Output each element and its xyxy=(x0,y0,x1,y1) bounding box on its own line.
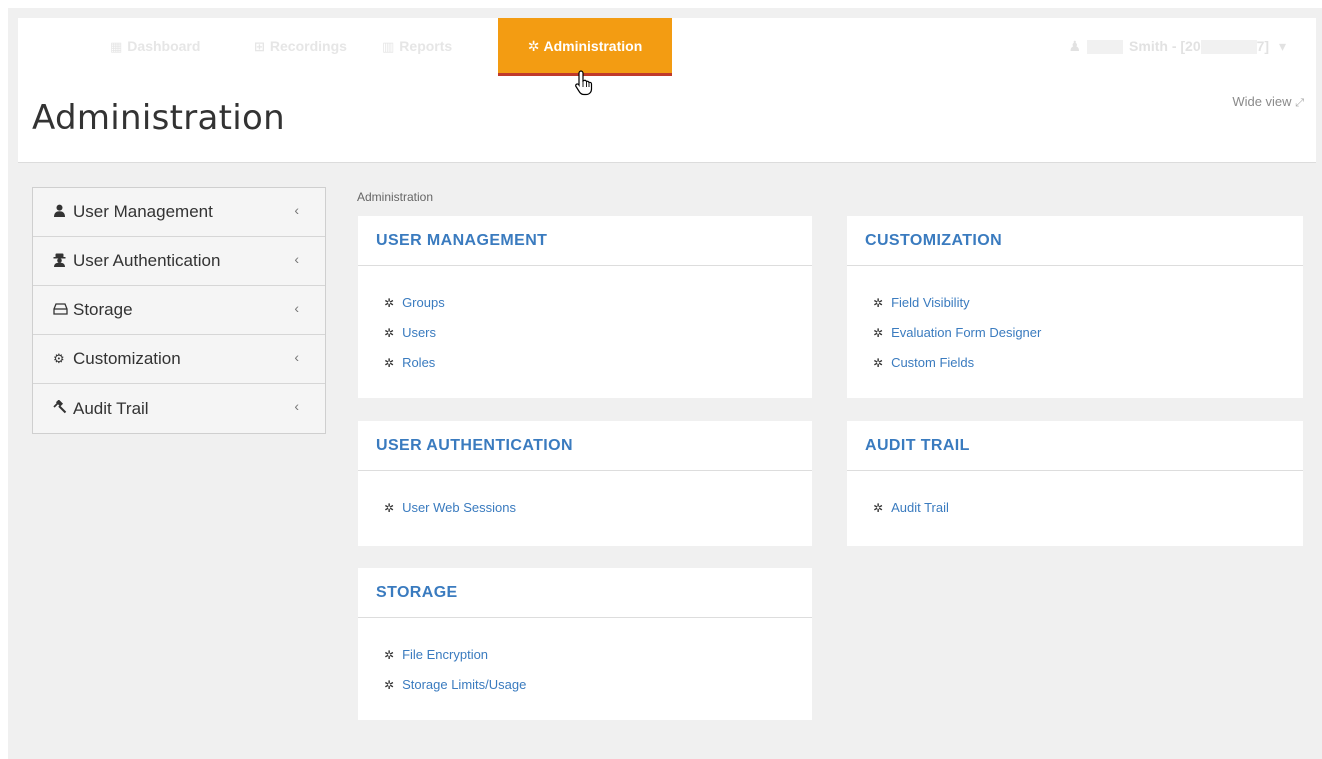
nav-reports[interactable]: ▥ Reports xyxy=(382,18,452,76)
link-list: ✲ Audit Trail xyxy=(847,471,1303,523)
sidebar-item-storage[interactable]: Storage ‹ xyxy=(33,286,325,335)
panel-customization: CUSTOMIZATION ✲ Field Visibility ✲ Evaluat… xyxy=(847,216,1303,398)
link-roles[interactable]: ✲ Roles xyxy=(384,348,812,378)
gear-icon: ✲ xyxy=(873,296,884,310)
panel-user-management: USER MANAGEMENT ✲ Groups ✲ Users ✲ Roles xyxy=(358,216,812,398)
header-area: ▦ Dashboard ⊞ Recordings ▥ Reports ✲ Adminis… xyxy=(18,18,1316,163)
panel-storage: STORAGE ✲ File Encryption ✲ Storage Limits… xyxy=(358,568,812,720)
caret-down-icon: ▾ xyxy=(1278,38,1286,54)
drive-icon xyxy=(53,302,73,318)
panel-title: STORAGE xyxy=(358,568,812,618)
gear-icon: ✲ xyxy=(384,501,395,515)
hand-cursor-icon xyxy=(575,70,593,96)
link-groups[interactable]: ✲ Groups xyxy=(384,288,812,318)
link-list: ✲ Groups ✲ Users ✲ Roles xyxy=(358,266,812,378)
gavel-icon xyxy=(53,399,73,417)
nav-administration[interactable]: ✲ Administration xyxy=(498,18,672,76)
gear-icon: ✲ xyxy=(873,356,884,370)
breadcrumb[interactable]: Administration xyxy=(357,190,433,204)
gear-icon: ✲ xyxy=(527,38,540,54)
gear-icon: ✲ xyxy=(384,356,395,370)
wide-view-link[interactable]: Wide view ⤢ xyxy=(1232,94,1304,110)
panel-title: CUSTOMIZATION xyxy=(847,216,1303,266)
nav-recordings[interactable]: ⊞ Recordings xyxy=(254,18,347,76)
chevron-left-icon: ‹ xyxy=(294,202,299,218)
gear-icon: ✲ xyxy=(873,501,884,515)
link-list: ✲ User Web Sessions xyxy=(358,471,812,523)
link-file-encryption[interactable]: ✲ File Encryption xyxy=(384,640,812,670)
link-audit-trail[interactable]: ✲ Audit Trail xyxy=(873,493,1303,523)
link-list: ✲ Field Visibility ✲ Evaluation Form Desig… xyxy=(847,266,1303,378)
sidebar-item-user-management[interactable]: User Management ‹ xyxy=(33,188,325,237)
page-title: Administration xyxy=(32,98,285,138)
expand-icon: ⤢ xyxy=(1295,97,1304,109)
link-list: ✲ File Encryption ✲ Storage Limits/Usage xyxy=(358,618,812,700)
link-evaluation-form-designer[interactable]: ✲ Evaluation Form Designer xyxy=(873,318,1303,348)
panel-title: USER AUTHENTICATION xyxy=(358,421,812,471)
nav-dashboard[interactable]: ▦ Dashboard xyxy=(110,18,200,76)
gear-icon: ✲ xyxy=(384,296,395,310)
sidebar-item-user-authentication[interactable]: User Authentication ‹ xyxy=(33,237,325,286)
redacted-name xyxy=(1087,40,1124,55)
sidebar: User Management ‹ User Authentication ‹ … xyxy=(32,187,326,434)
chevron-left-icon: ‹ xyxy=(294,398,299,414)
gears-icon: ⚙ xyxy=(53,351,65,366)
user-icon xyxy=(53,204,73,220)
chevron-left-icon: ‹ xyxy=(294,349,299,365)
gear-icon: ✲ xyxy=(384,678,395,692)
chevron-left-icon: ‹ xyxy=(294,300,299,316)
panel-user-authentication: USER AUTHENTICATION ✲ User Web Sessions xyxy=(358,421,812,546)
link-storage-limits-usage[interactable]: ✲ Storage Limits/Usage xyxy=(384,670,812,700)
user-icon: ♟ xyxy=(1068,38,1082,54)
chart-icon: ▥ xyxy=(382,39,395,54)
gear-icon: ✲ xyxy=(873,326,884,340)
recordings-icon: ⊞ xyxy=(254,39,265,54)
link-custom-fields[interactable]: ✲ Custom Fields xyxy=(873,348,1303,378)
dashboard-icon: ▦ xyxy=(110,39,123,54)
sidebar-item-customization[interactable]: ⚙ Customization ‹ xyxy=(33,335,325,384)
chevron-left-icon: ‹ xyxy=(294,251,299,267)
panel-title: AUDIT TRAIL xyxy=(847,421,1303,471)
sidebar-item-audit-trail[interactable]: Audit Trail ‹ xyxy=(33,384,325,433)
user-menu[interactable]: ♟ Smith - [20 7] ▾ xyxy=(1068,18,1286,76)
user-secret-icon xyxy=(53,253,73,270)
link-user-web-sessions[interactable]: ✲ User Web Sessions xyxy=(384,493,812,523)
panel-audit-trail: AUDIT TRAIL ✲ Audit Trail xyxy=(847,421,1303,546)
panel-title: USER MANAGEMENT xyxy=(358,216,812,266)
gear-icon: ✲ xyxy=(384,326,395,340)
redacted-id xyxy=(1200,40,1257,55)
gear-icon: ✲ xyxy=(384,648,395,662)
link-users[interactable]: ✲ Users xyxy=(384,318,812,348)
link-field-visibility[interactable]: ✲ Field Visibility xyxy=(873,288,1303,318)
